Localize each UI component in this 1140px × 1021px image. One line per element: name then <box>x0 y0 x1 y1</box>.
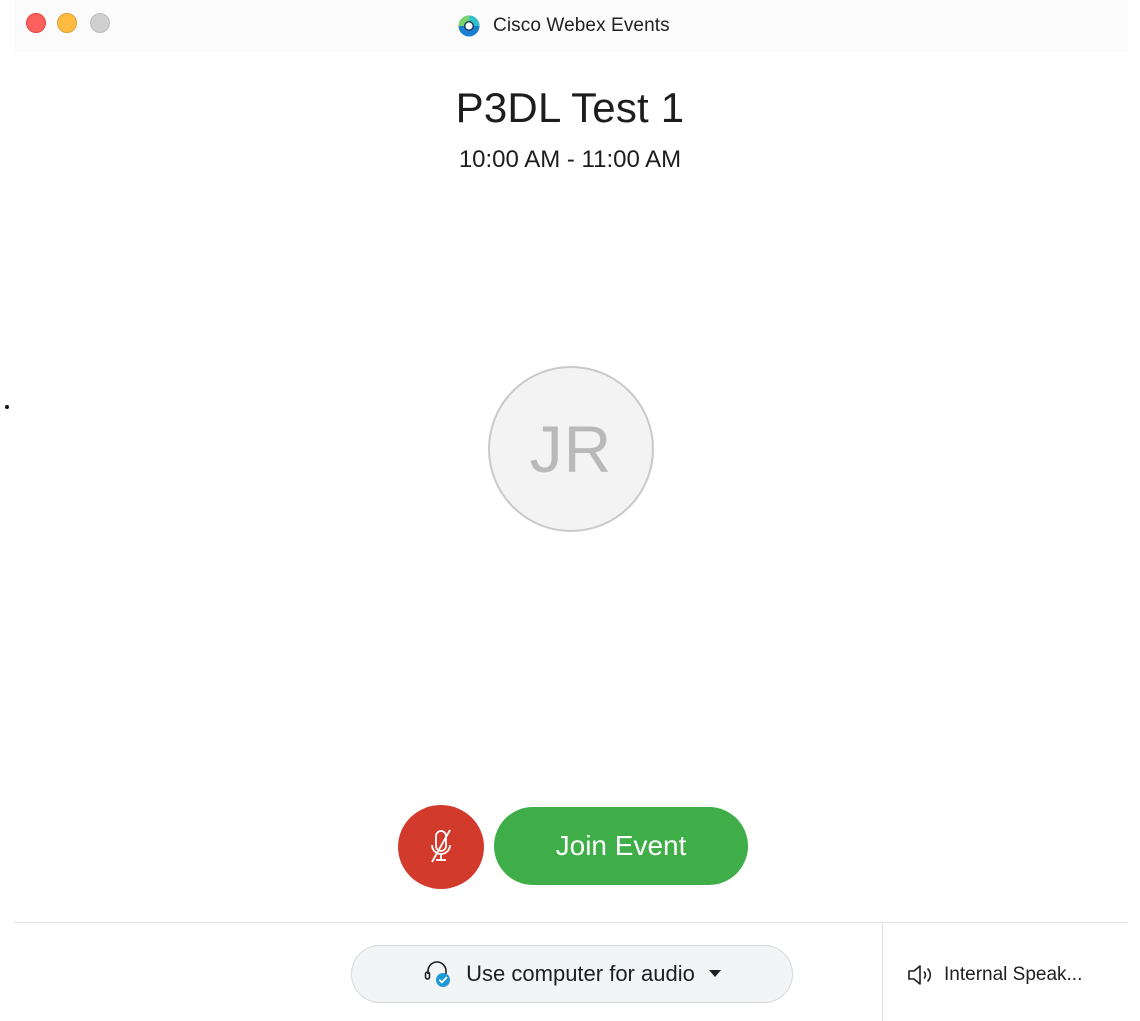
window-title: Cisco Webex Events <box>458 14 670 38</box>
audio-option-label: Use computer for audio <box>466 961 695 986</box>
footer-divider <box>14 922 1128 923</box>
avatar-initials: JR <box>529 412 613 486</box>
minimize-window-button[interactable] <box>57 13 77 33</box>
speaker-icon <box>908 965 932 985</box>
stray-dot <box>5 405 9 409</box>
title-bar: Cisco Webex Events <box>14 0 1128 52</box>
mute-button[interactable] <box>398 805 484 889</box>
webex-events-window: Cisco Webex Events P3DL Test 1 10:00 AM … <box>0 0 1140 1021</box>
speaker-label: Internal Speak... <box>944 964 1083 985</box>
speaker-select-button[interactable]: Internal Speak... <box>906 960 1082 990</box>
microphone-muted-icon <box>431 829 451 863</box>
audio-connection-button[interactable]: Use computer for audio <box>351 945 793 1003</box>
zoom-window-button[interactable] <box>90 13 110 33</box>
footer-vertical-divider <box>882 923 883 1021</box>
avatar: JR <box>488 366 654 532</box>
caret-down-icon <box>708 970 721 977</box>
close-window-button[interactable] <box>26 13 46 33</box>
app-title: Cisco Webex Events <box>493 15 670 36</box>
join-event-button[interactable]: Join Event <box>494 807 748 885</box>
meeting-time: 10:00 AM - 11:00 AM <box>458 146 682 173</box>
meeting-title: P3DL Test 1 <box>455 84 685 131</box>
headset-check-icon <box>424 961 451 987</box>
webex-events-logo-icon <box>458 15 480 37</box>
